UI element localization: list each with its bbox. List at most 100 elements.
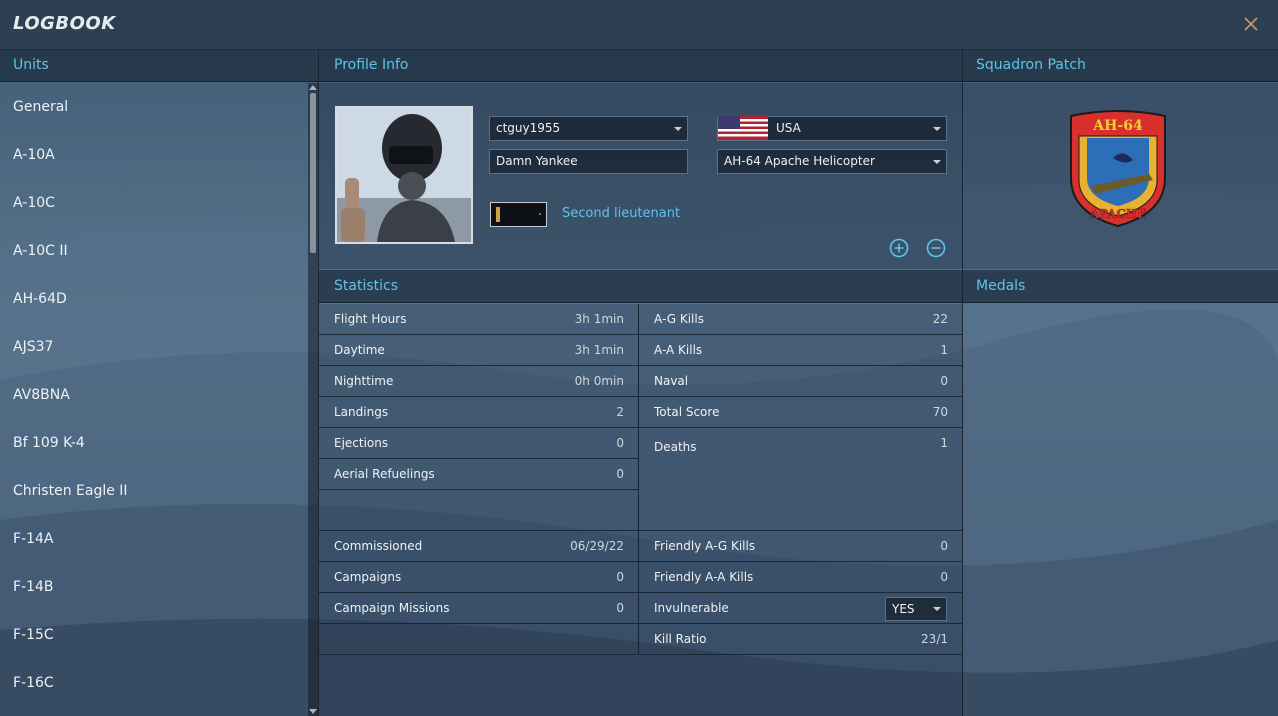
stat-label: Nighttime bbox=[334, 374, 394, 388]
add-icon[interactable] bbox=[889, 238, 909, 258]
stat-row: Deaths 1 bbox=[639, 428, 962, 531]
stat-value: 1 bbox=[940, 343, 948, 357]
stat-label: Total Score bbox=[654, 405, 720, 419]
stat-label: Kill Ratio bbox=[654, 632, 707, 646]
stat-label: Invulnerable bbox=[654, 601, 729, 615]
list-item[interactable]: AV8BNA bbox=[0, 371, 308, 419]
aircraft-value: AH-64 Apache Helicopter bbox=[724, 154, 875, 168]
close-button[interactable] bbox=[1244, 12, 1264, 36]
invulnerable-value: YES bbox=[892, 602, 915, 616]
stat-row: A-A Kills 1 bbox=[639, 335, 962, 366]
list-item[interactable]: A-10C II bbox=[0, 227, 308, 275]
stat-row: Campaigns 0 bbox=[319, 562, 638, 593]
invulnerable-select[interactable]: YES bbox=[885, 597, 947, 621]
stat-value: 3h 1min bbox=[574, 343, 624, 357]
stat-value: 0 bbox=[940, 374, 948, 388]
stat-label: Campaign Missions bbox=[334, 601, 450, 615]
scrollbar-thumb[interactable] bbox=[310, 93, 316, 253]
stat-row: Naval 0 bbox=[639, 366, 962, 397]
list-item[interactable]: General bbox=[0, 83, 308, 131]
usa-flag-icon bbox=[718, 116, 768, 140]
profile-info-header: Profile Info bbox=[319, 49, 962, 82]
list-item[interactable]: AJS37 bbox=[0, 323, 308, 371]
stat-value: 0h 0min bbox=[574, 374, 624, 388]
stat-label: Landings bbox=[334, 405, 389, 419]
stat-row: Friendly A-G Kills 0 bbox=[639, 531, 962, 562]
stat-value: 0 bbox=[940, 570, 948, 584]
stat-label: Naval bbox=[654, 374, 689, 388]
list-item[interactable]: AH-64D bbox=[0, 275, 308, 323]
patch-top-text: AH-64 bbox=[1092, 118, 1143, 134]
stat-label: A-G Kills bbox=[654, 312, 704, 326]
pilot-photo[interactable] bbox=[335, 106, 473, 244]
divider bbox=[318, 49, 319, 716]
stat-row: Ejections 0 bbox=[319, 428, 638, 459]
close-icon bbox=[1244, 17, 1258, 31]
stat-value: 0 bbox=[616, 601, 624, 615]
stat-row: Landings 2 bbox=[319, 397, 638, 428]
remove-icon[interactable] bbox=[926, 238, 946, 258]
stat-label: A-A Kills bbox=[654, 343, 703, 357]
stat-value: 0 bbox=[940, 539, 948, 553]
pilot-name-value: Damn Yankee bbox=[496, 154, 578, 168]
rank-label: Second lieutenant bbox=[562, 206, 681, 221]
chevron-down-icon bbox=[933, 607, 941, 611]
country-value: USA bbox=[776, 121, 801, 135]
stat-row: Total Score 70 bbox=[639, 397, 962, 428]
stat-value: 0 bbox=[616, 467, 624, 481]
medals-header: Medals bbox=[963, 270, 1278, 303]
aircraft-select[interactable]: AH-64 Apache Helicopter bbox=[717, 149, 947, 174]
stat-row: Daytime 3h 1min bbox=[319, 335, 638, 366]
stat-spacer bbox=[319, 490, 638, 531]
stat-spacer bbox=[319, 624, 638, 655]
stat-row: Campaign Missions 0 bbox=[319, 593, 638, 624]
squadron-patch-header: Squadron Patch bbox=[963, 49, 1278, 82]
stat-row: Flight Hours 3h 1min bbox=[319, 304, 638, 335]
units-scrollbar[interactable] bbox=[308, 83, 318, 716]
divider bbox=[962, 49, 963, 716]
list-item[interactable]: Christen Eagle II bbox=[0, 467, 308, 515]
stat-value: 0 bbox=[616, 570, 624, 584]
stat-row: Commissioned 06/29/22 bbox=[319, 531, 638, 562]
scroll-up-icon[interactable] bbox=[309, 85, 317, 90]
stat-value: 23/1 bbox=[921, 632, 948, 646]
stat-label: Friendly A-G Kills bbox=[654, 539, 756, 553]
callsign-value: ctguy1955 bbox=[496, 121, 561, 135]
stat-value: 0 bbox=[616, 436, 624, 450]
scroll-down-icon[interactable] bbox=[309, 709, 317, 714]
title-bar: LOGBOOK bbox=[0, 0, 1278, 50]
stat-label: Ejections bbox=[334, 436, 389, 450]
chevron-down-icon bbox=[933, 160, 941, 164]
rank-insignia-icon bbox=[490, 202, 547, 227]
callsign-select[interactable]: ctguy1955 bbox=[489, 116, 688, 141]
list-item[interactable]: A-10C bbox=[0, 179, 308, 227]
pilot-name-field[interactable]: Damn Yankee bbox=[489, 149, 688, 174]
divider bbox=[638, 304, 639, 654]
stat-label: Aerial Refuelings bbox=[334, 467, 435, 481]
list-item[interactable]: F-14A bbox=[0, 515, 308, 563]
list-item[interactable]: F-14B bbox=[0, 563, 308, 611]
list-item[interactable]: F-15C bbox=[0, 611, 308, 659]
squadron-patch-image[interactable]: AH-64 APACHE bbox=[1063, 108, 1173, 228]
list-item[interactable]: F-16C bbox=[0, 659, 308, 707]
stat-row: Friendly A-A Kills 0 bbox=[639, 562, 962, 593]
stat-value: 1 bbox=[940, 436, 948, 450]
stat-label: Commissioned bbox=[334, 539, 423, 553]
stat-label: Friendly A-A Kills bbox=[654, 570, 754, 584]
stat-label: Campaigns bbox=[334, 570, 402, 584]
pilot-avatar bbox=[337, 108, 471, 242]
stat-value: 06/29/22 bbox=[570, 539, 624, 553]
stat-value: 22 bbox=[932, 312, 948, 326]
list-item[interactable]: A-10A bbox=[0, 131, 308, 179]
statistics-header: Statistics bbox=[319, 270, 962, 303]
units-list: General A-10A A-10C A-10C II AH-64D AJS3… bbox=[0, 83, 308, 716]
stat-value: 70 bbox=[932, 405, 948, 419]
stat-row: Nighttime 0h 0min bbox=[319, 366, 638, 397]
stat-label: Deaths bbox=[654, 440, 697, 454]
stat-label: Daytime bbox=[334, 343, 385, 357]
stat-row: A-G Kills 22 bbox=[639, 304, 962, 335]
stat-label: Flight Hours bbox=[334, 312, 407, 326]
window-title: LOGBOOK bbox=[13, 13, 116, 34]
stat-row: Kill Ratio 23/1 bbox=[639, 624, 962, 655]
list-item[interactable]: Bf 109 K-4 bbox=[0, 419, 308, 467]
